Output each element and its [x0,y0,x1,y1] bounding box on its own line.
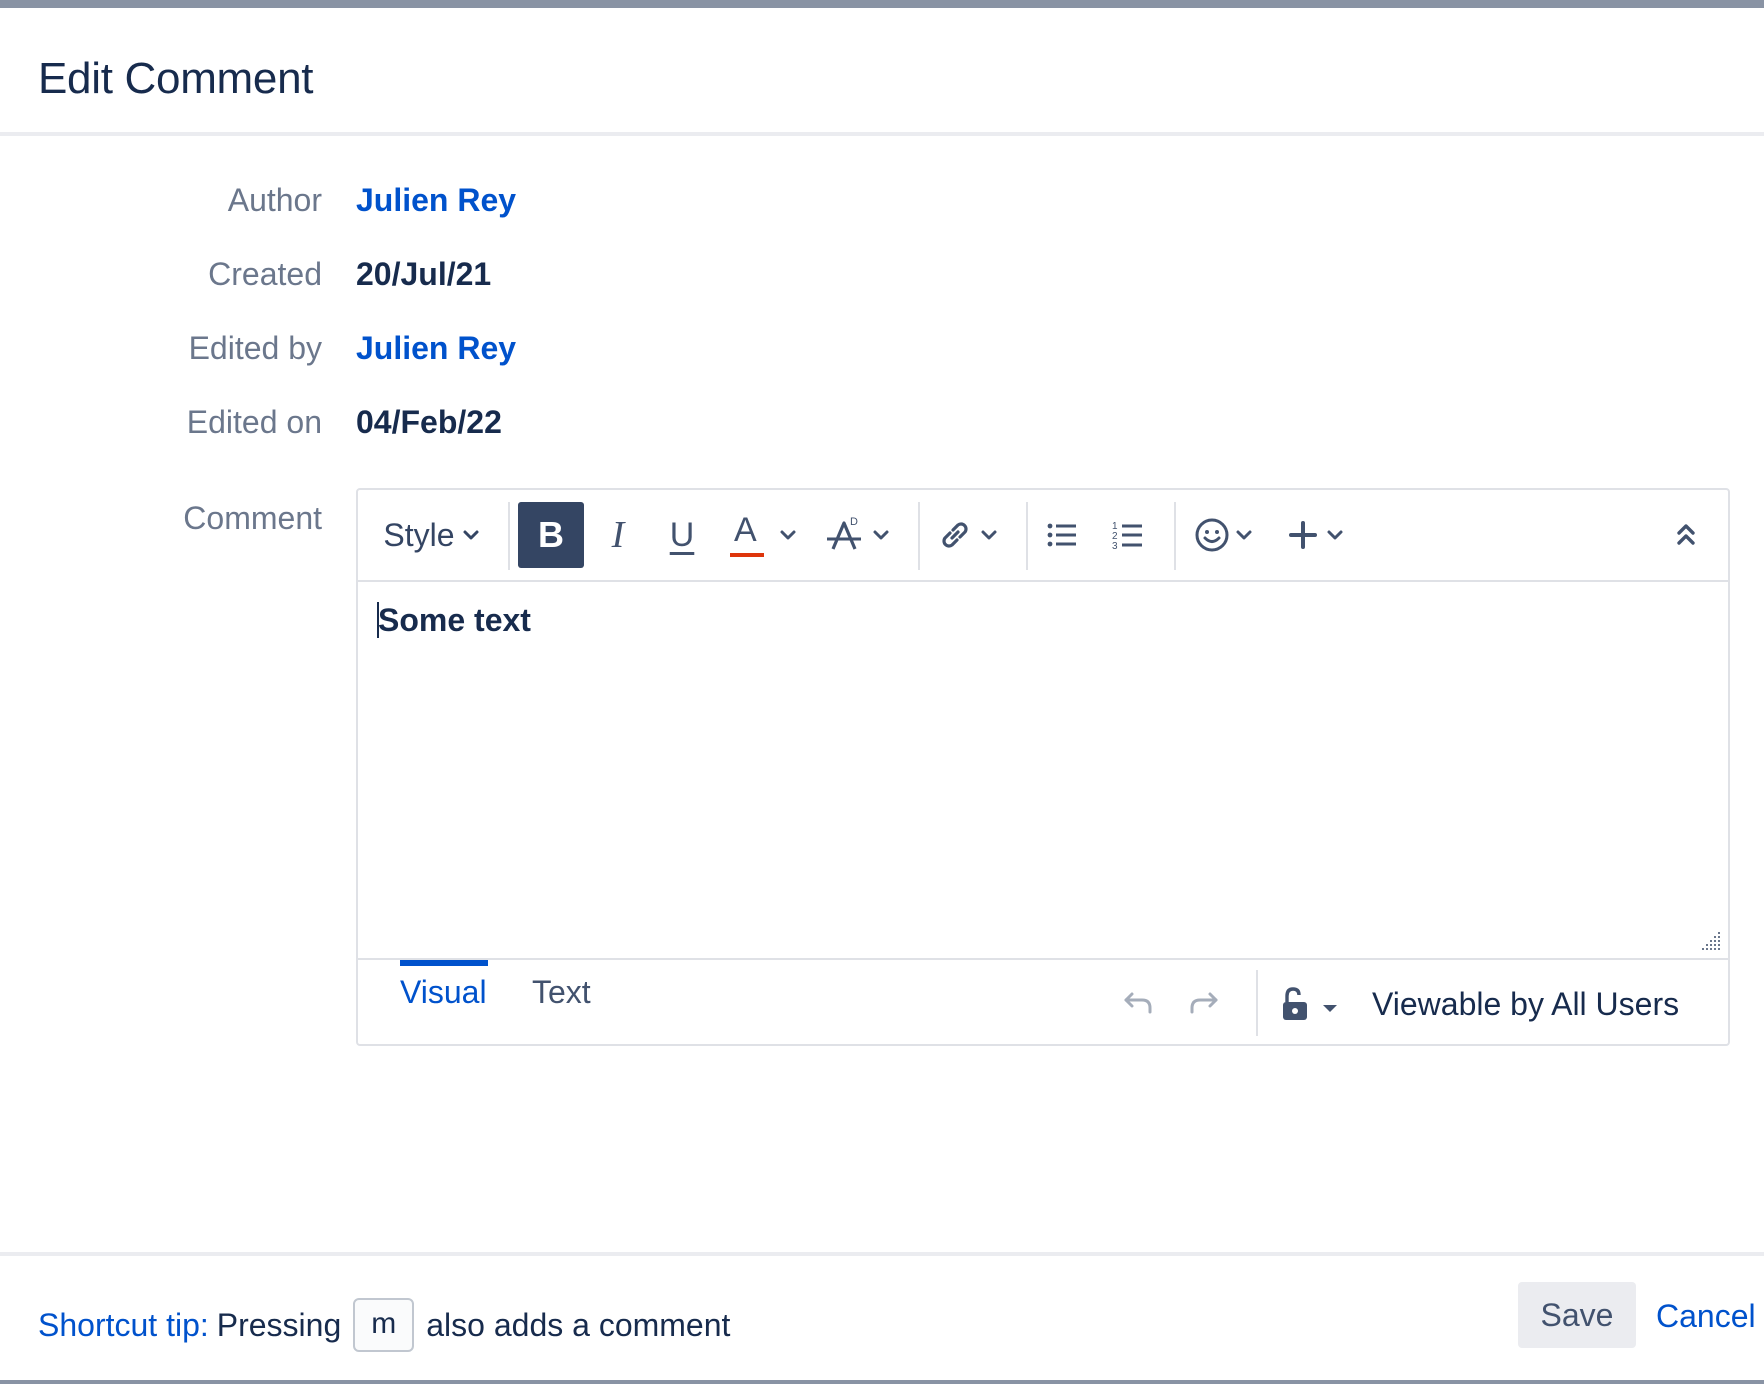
emoji-icon [1195,518,1229,552]
numbered-list-icon: 1 2 3 [1112,521,1142,551]
undo-button[interactable] [1120,986,1160,1026]
toolbar-separator [1026,502,1028,570]
insert-more-button[interactable] [1276,502,1356,568]
toolbar-separator [918,502,920,570]
tab-text[interactable]: Text [532,974,591,1011]
emoji-button[interactable] [1184,502,1264,568]
collapse-toolbar-button[interactable] [1658,502,1714,568]
visibility-label: Viewable by All Users [1372,986,1680,1022]
toolbar-separator [508,502,510,570]
text-color-icon: A [730,511,766,559]
created-value: 20/Jul/21 [356,256,492,292]
save-button[interactable]: Save [1518,1282,1636,1348]
text-color-button[interactable]: A [722,502,806,568]
toolbar-separator [1174,502,1176,570]
redo-icon [1190,992,1218,1014]
author-label: Author [227,182,322,218]
active-tab-indicator [400,960,488,966]
cancel-button[interactable]: Cancel [1656,1298,1756,1335]
editor-toolbar: Style B I U A D 1 2 3 [358,490,1728,582]
visibility-dropdown[interactable] [1280,982,1352,1026]
editor-content[interactable]: Some text [378,602,531,639]
style-dropdown[interactable]: Style [380,502,484,568]
edited-on-value: 04/Feb/22 [356,404,502,440]
numbered-list-button[interactable]: 1 2 3 [1100,502,1156,568]
editor-footer: Visual Text Viewable by All Users [358,958,1728,1046]
unlock-icon [1283,987,1307,1020]
footer-separator [1256,970,1258,1036]
shortcut-tip-text-after: also adds a comment [426,1306,731,1343]
strikethrough-icon: D [827,516,861,550]
plus-icon [1289,521,1317,549]
collapse-icon [1677,524,1695,545]
bullet-list-icon [1047,523,1076,547]
bullet-list-button[interactable] [1034,502,1090,568]
comment-editor: Style B I U A D 1 2 3 Some text Visual T… [356,488,1730,1046]
caret-down-icon [1323,1005,1337,1012]
bold-button[interactable]: B [518,502,584,568]
tab-visual[interactable]: Visual [400,974,487,1011]
shortcut-key: m [353,1298,415,1352]
svg-text:D: D [850,516,858,528]
created-label: Created [208,256,322,292]
author-link[interactable]: Julien Rey [356,182,516,219]
dialog-footer: Shortcut tip: Pressing m also adds a com… [0,1256,1764,1380]
style-label: Style [383,516,455,553]
underline-button[interactable]: U [654,502,710,568]
shortcut-tip-label: Shortcut tip: [38,1306,209,1343]
chevron-down-icon [463,530,479,540]
bold-icon: B [538,514,564,555]
edited-on-label: Edited on [186,404,322,440]
chevron-down-icon [1327,530,1343,540]
underline-icon: U [669,515,695,554]
chevron-down-icon [1236,530,1252,540]
dialog-title: Edit Comment [38,54,314,103]
svg-text:3: 3 [1112,541,1118,551]
italic-icon: I [611,514,625,556]
comment-label: Comment [183,500,322,536]
shortcut-tip-text-before: Pressing [216,1306,342,1343]
italic-button[interactable]: I [590,502,646,568]
link-icon [942,522,968,548]
edited-by-link[interactable]: Julien Rey [356,330,516,367]
edited-by-label: Edited by [188,330,322,366]
undo-icon [1124,992,1152,1014]
top-border [0,0,1764,8]
redo-button[interactable] [1186,986,1226,1026]
dialog-header: Edit Comment [0,8,1764,136]
shortcut-tip: Shortcut tip: Pressing m also adds a com… [38,1298,730,1352]
chevron-down-icon [780,530,796,540]
chevron-down-icon [873,530,889,540]
resize-handle[interactable] [1700,930,1722,952]
clear-formatting-button[interactable]: D [820,502,896,568]
link-button[interactable] [928,502,1008,568]
chevron-down-icon [981,530,997,540]
bottom-border [0,1380,1764,1384]
